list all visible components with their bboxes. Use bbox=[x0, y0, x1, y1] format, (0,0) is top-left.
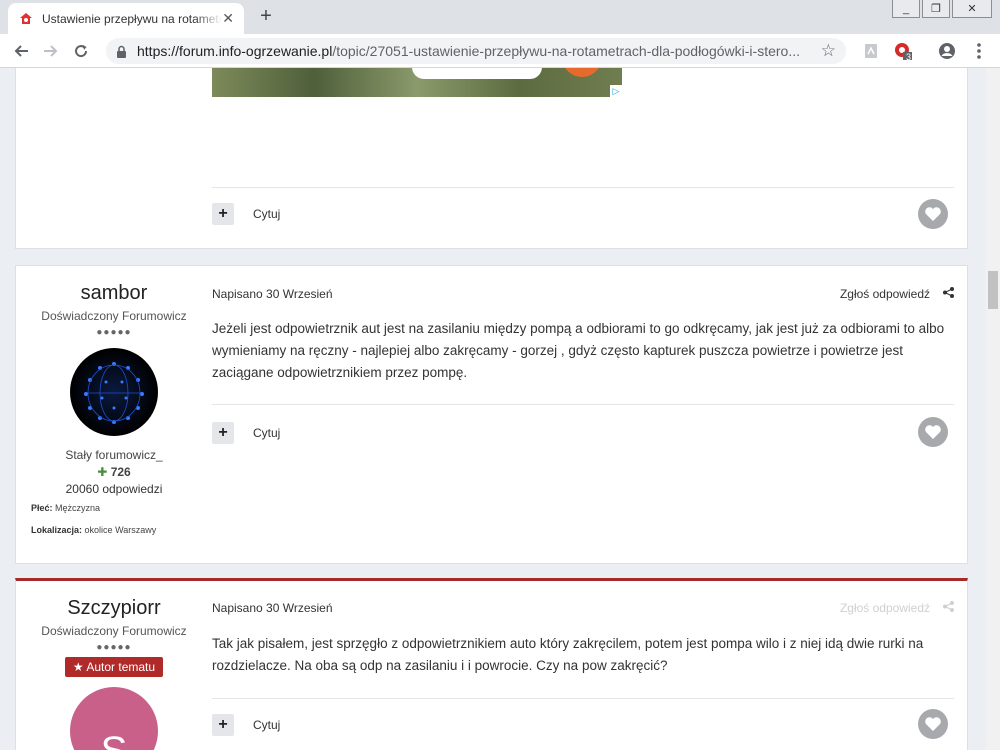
arrow-left-icon bbox=[14, 44, 28, 57]
author-name[interactable]: Szczypiorr bbox=[16, 597, 212, 620]
url-path: /topic/27051-ustawienie-przepływu-na-rot… bbox=[332, 43, 800, 59]
forum-post: ▷ + Cytuj bbox=[15, 68, 968, 249]
gender-field: Płeć: Mężczyzna bbox=[16, 503, 212, 513]
post-body: Tak jak pisałem, jest sprzęgło z odpowie… bbox=[212, 636, 924, 673]
topic-author-label: Autor tematu bbox=[86, 660, 156, 674]
reputation: ✚ 726 bbox=[16, 465, 212, 479]
browser-tab[interactable]: Ustawienie przepływu na rotametrach dla … bbox=[8, 3, 244, 34]
reload-icon bbox=[75, 44, 88, 57]
avatar-image bbox=[84, 362, 144, 424]
close-window-button[interactable]: ✕ bbox=[952, 0, 992, 18]
rank-pips: ●●●●● bbox=[96, 327, 132, 338]
tab-title: Ustawienie przepływu na rotametrach dla … bbox=[42, 11, 222, 26]
minimize-button[interactable]: _ bbox=[892, 0, 920, 18]
like-button[interactable] bbox=[918, 709, 948, 739]
post-content: Napisano 30 Wrzesień Zgłoś odpowiedź Tak… bbox=[212, 581, 954, 750]
url-host: https://forum.info-ogrzewanie.pl bbox=[137, 43, 333, 59]
location-field: Lokalizacja: okolice Warszawy bbox=[16, 525, 212, 535]
quote-button[interactable]: Cytuj bbox=[253, 718, 280, 732]
share-icon[interactable] bbox=[943, 287, 954, 301]
forward-button[interactable] bbox=[36, 36, 66, 66]
quote-button[interactable]: Cytuj bbox=[253, 207, 280, 221]
avatar[interactable] bbox=[70, 348, 158, 436]
reputation-plus-icon: ✚ bbox=[97, 465, 108, 479]
gender-value: Mężczyzna bbox=[55, 503, 101, 513]
avatar[interactable]: S bbox=[70, 687, 158, 750]
author-info: Szczypiorr Doświadczony Forumowicz ●●●●●… bbox=[16, 581, 212, 750]
reputation-value: 726 bbox=[110, 465, 131, 479]
avatar-letter: S bbox=[101, 727, 128, 750]
post-divider bbox=[212, 698, 954, 699]
back-button[interactable] bbox=[6, 36, 36, 66]
author-info: sambor Doświadczony Forumowicz ●●●●● Sta… bbox=[16, 266, 212, 535]
tab-bar: Ustawienie przepływu na rotametrach dla … bbox=[0, 0, 1000, 34]
report-link[interactable]: Zgłoś odpowiedź bbox=[840, 601, 930, 615]
like-button[interactable] bbox=[918, 417, 948, 447]
star-icon: ★ bbox=[72, 660, 84, 674]
gender-label: Płeć: bbox=[31, 503, 53, 513]
profile-icon[interactable] bbox=[934, 38, 960, 64]
heart-icon bbox=[925, 425, 941, 439]
post-body: Jeżeli jest odpowietrznik aut jest na za… bbox=[212, 321, 945, 380]
location-label: Lokalizacja: bbox=[31, 525, 83, 535]
page-content: ▷ + Cytuj sambor Doświadczony Forumowicz… bbox=[0, 68, 986, 750]
share-icon[interactable] bbox=[943, 601, 954, 615]
location-value: okolice Warszawy bbox=[84, 525, 157, 535]
like-button[interactable] bbox=[918, 199, 948, 229]
heart-icon bbox=[925, 207, 941, 221]
heart-icon bbox=[925, 717, 941, 731]
multiquote-button[interactable]: + bbox=[212, 714, 234, 736]
browser-toolbar: https://forum.info-ogrzewanie.pl /topic/… bbox=[0, 34, 1000, 68]
post-date[interactable]: Napisano 30 Wrzesień bbox=[212, 287, 333, 301]
restore-button[interactable]: ❐ bbox=[922, 0, 950, 18]
opera-extension-icon[interactable]: 3 bbox=[890, 38, 916, 64]
author-rank: Doświadczony Forumowicz bbox=[41, 624, 187, 638]
new-tab-button[interactable]: + bbox=[254, 5, 278, 28]
reload-button[interactable] bbox=[66, 36, 96, 66]
address-bar[interactable]: https://forum.info-ogrzewanie.pl /topic/… bbox=[106, 38, 846, 64]
pdf-extension-icon[interactable] bbox=[858, 38, 884, 64]
window-controls: _ ❐ ✕ bbox=[890, 0, 992, 18]
author-rank: Doświadczony Forumowicz bbox=[41, 309, 187, 323]
post-content: + Cytuj bbox=[212, 68, 954, 250]
scrollbar-thumb[interactable] bbox=[988, 271, 998, 309]
tab-close-icon[interactable]: ✕ bbox=[222, 10, 234, 27]
topic-author-badge: ★ Autor tematu bbox=[64, 657, 164, 677]
page-scrollbar[interactable] bbox=[986, 68, 1000, 750]
lock-icon bbox=[116, 45, 127, 58]
post-date[interactable]: Napisano 30 Wrzesień bbox=[212, 601, 333, 615]
extension-badge: 3 bbox=[906, 52, 912, 62]
site-favicon-icon bbox=[18, 11, 34, 27]
quote-button[interactable]: Cytuj bbox=[253, 426, 280, 440]
multiquote-button[interactable]: + bbox=[212, 422, 234, 444]
bookmark-star-icon[interactable]: ☆ bbox=[821, 41, 836, 61]
report-link[interactable]: Zgłoś odpowiedź bbox=[840, 287, 930, 301]
post-content: Napisano 30 Wrzesień Zgłoś odpowiedź Jeż… bbox=[212, 266, 954, 565]
multiquote-button[interactable]: + bbox=[212, 203, 234, 225]
menu-kebab-icon[interactable] bbox=[966, 38, 992, 64]
author-name[interactable]: sambor bbox=[16, 282, 212, 305]
forum-post: sambor Doświadczony Forumowicz ●●●●● Sta… bbox=[15, 265, 968, 564]
arrow-right-icon bbox=[44, 44, 58, 57]
reply-count: 20060 odpowiedzi bbox=[65, 482, 163, 496]
forum-post: Szczypiorr Doświadczony Forumowicz ●●●●●… bbox=[15, 578, 968, 750]
post-divider bbox=[212, 187, 954, 188]
rank-pips: ●●●●● bbox=[96, 642, 132, 653]
member-group: Stały forumowicz_ bbox=[65, 448, 163, 462]
post-divider bbox=[212, 404, 954, 405]
